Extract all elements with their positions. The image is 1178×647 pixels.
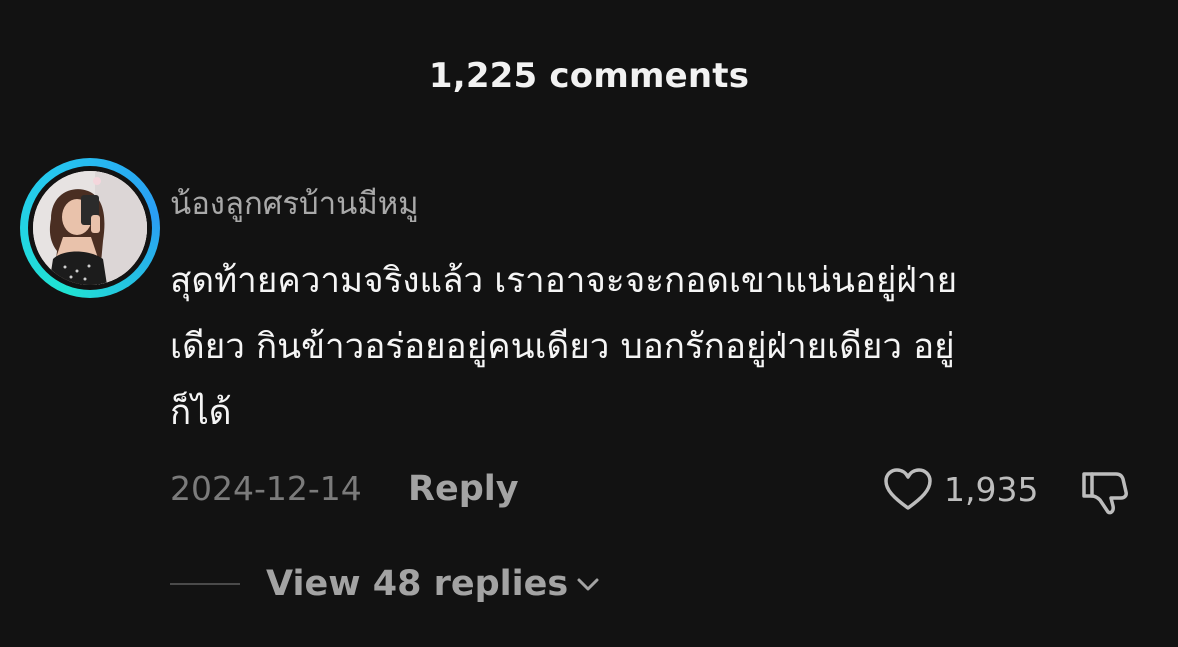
comment-username[interactable]: น้องลูกศรบ้านมีหมู (170, 178, 419, 228)
like-button[interactable]: 1,935 (882, 466, 1038, 512)
avatar-photo (33, 171, 147, 285)
like-count: 1,935 (944, 469, 1039, 509)
avatar (33, 171, 147, 285)
comment-text: สุดท้ายความจริงแล้ว เราอาจะจะกอดเขาแน่นอ… (170, 248, 1150, 446)
view-replies-label: View 48 replies (266, 564, 569, 604)
comment-text-line: สุดท้ายความจริงแล้ว เราอาจะจะกอดเขาแน่นอ… (170, 261, 958, 301)
comment-item: น้องลูกศรบ้านมีหมู สุดท้ายความจริงแล้ว เ… (0, 0, 1178, 647)
chevron-down-icon (577, 578, 599, 591)
comment-text-line: เดียว กินข้าวอร่อยอยู่คนเดียว บอกรักอยู่… (170, 327, 955, 367)
reply-button[interactable]: Reply (408, 466, 519, 512)
comment-meta-row: 2024-12-14 Reply 1,935 (170, 466, 1140, 515)
comment-date: 2024-12-14 (170, 469, 362, 508)
thumbs-down-icon[interactable] (1078, 466, 1132, 516)
avatar-ring-gap (28, 166, 152, 290)
view-replies-button[interactable]: View 48 replies (170, 560, 602, 608)
replies-divider (170, 583, 240, 585)
heart-icon[interactable] (882, 466, 934, 512)
avatar-story-ring[interactable] (20, 158, 160, 298)
comment-text-line: ก็ได้ (170, 393, 232, 433)
